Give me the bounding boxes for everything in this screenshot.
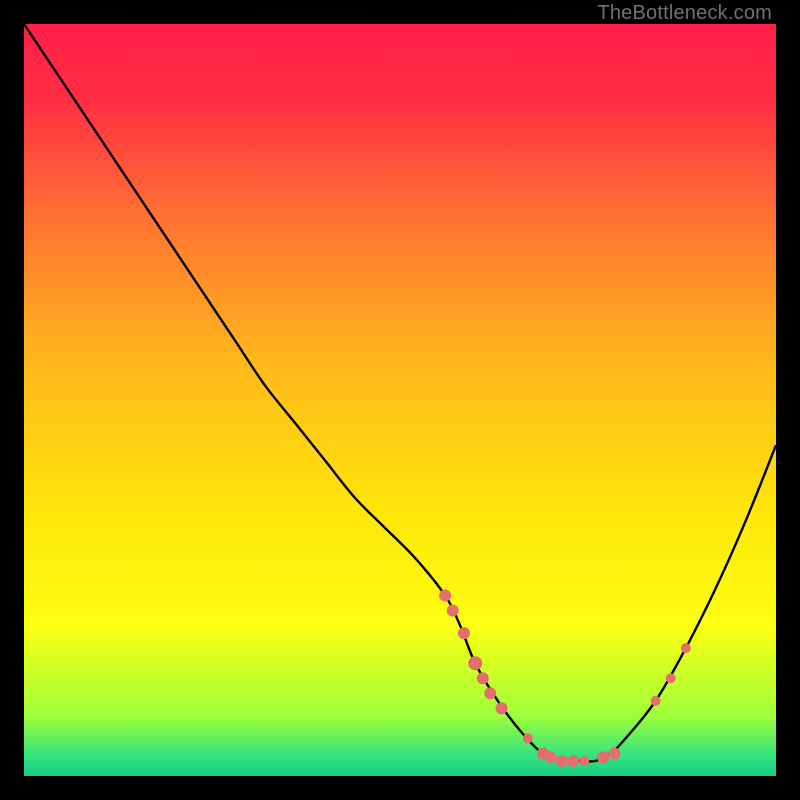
chart-frame <box>24 24 776 776</box>
data-marker <box>523 733 533 743</box>
bottleneck-chart <box>24 24 776 776</box>
data-marker <box>681 643 691 653</box>
data-marker <box>579 756 589 766</box>
chart-background <box>24 24 776 776</box>
data-marker <box>447 605 459 617</box>
data-marker <box>477 672 489 684</box>
data-marker <box>597 751 609 763</box>
data-marker <box>544 751 556 763</box>
data-marker <box>468 656 482 670</box>
data-marker <box>567 755 579 767</box>
watermark-text: TheBottleneck.com <box>597 2 772 25</box>
data-marker <box>666 673 676 683</box>
data-marker <box>484 687 496 699</box>
data-marker <box>651 696 661 706</box>
data-marker <box>496 702 508 714</box>
data-marker <box>458 627 470 639</box>
data-marker <box>439 590 451 602</box>
data-marker <box>608 747 620 759</box>
data-marker <box>556 755 568 767</box>
